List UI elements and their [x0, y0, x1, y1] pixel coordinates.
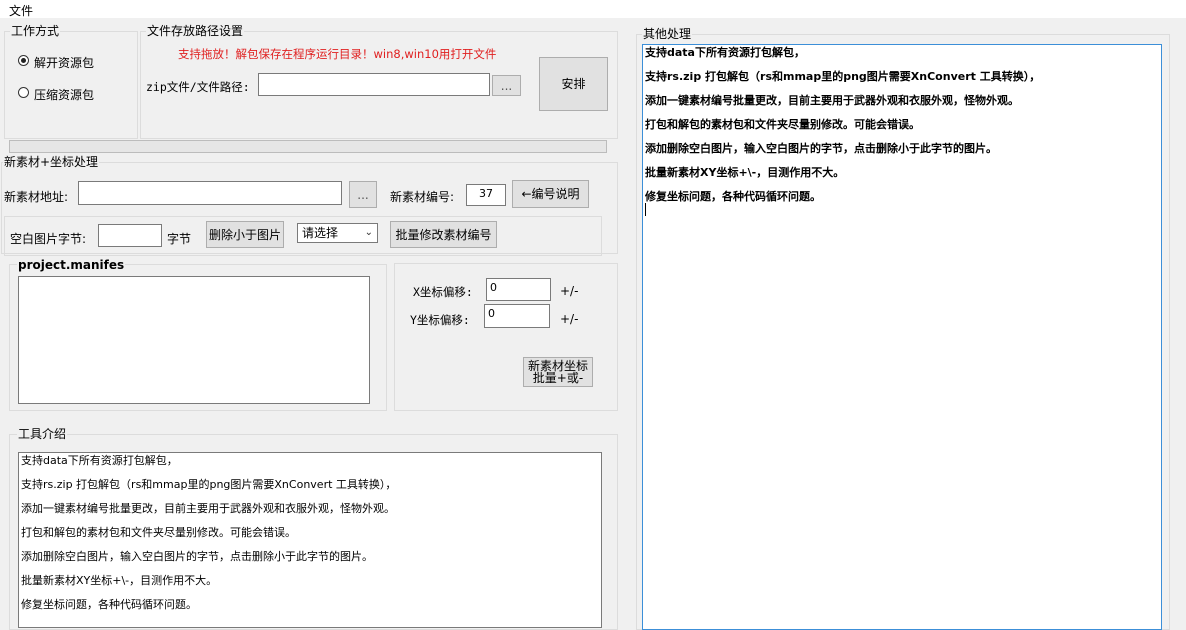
batch-number-button[interactable]: 批量修改素材编号 [390, 221, 497, 248]
y-offset-suffix: +/- [560, 312, 579, 326]
mode-group-title: 工作方式 [10, 24, 61, 38]
batch-offset-button-line2: 批量+或- [532, 371, 584, 385]
material-group-title: 新素材+坐标处理 [3, 155, 100, 169]
mode-group [4, 31, 138, 139]
menu-file[interactable]: 文件 [9, 2, 33, 19]
intro-line: 修复坐标问题，各种代码循环问题。 [21, 598, 197, 611]
zip-path-label: zip文件/文件路径: [146, 80, 250, 94]
intro-line: 支持data下所有资源打包解包， [21, 454, 178, 467]
number-help-button[interactable]: ←编号说明 [512, 180, 589, 208]
material-address-input[interactable] [78, 181, 342, 205]
other-line: 添加删除空白图片，输入空白图片的字节，点击删除小于此字节的图片。 [645, 142, 997, 155]
other-line: 修复坐标问题，各种代码循环问题。 [645, 190, 821, 203]
radio-pack-indicator[interactable] [18, 87, 29, 98]
radio-pack-label: 压缩资源包 [34, 88, 95, 102]
progress-bar [9, 140, 607, 153]
path-group-title: 文件存放路径设置 [146, 24, 245, 38]
material-browse-button[interactable]: ... [349, 181, 377, 208]
blank-bytes-label: 空白图片字节: [10, 232, 87, 246]
zip-browse-button[interactable]: ... [492, 75, 521, 96]
other-textarea[interactable]: 支持data下所有资源打包解包， 支持rs.zip 打包解包（rs和mmap里的… [642, 44, 1162, 630]
radio-unpack-indicator[interactable] [18, 55, 29, 66]
radio-unpack-label: 解开资源包 [34, 56, 95, 70]
text-caret [645, 203, 646, 216]
menu-bar: 文件 [0, 0, 1186, 18]
batch-offset-button[interactable]: 新素材坐标 批量+或- [523, 357, 593, 387]
zip-path-input[interactable] [258, 73, 490, 96]
blank-bytes-input[interactable] [98, 224, 162, 247]
other-line: 添加一键素材编号批量更改，目前主要用于武器外观和衣服外观，怪物外观。 [645, 94, 1019, 107]
intro-line: 打包和解包的素材包和文件夹尽量别修改。可能会错误。 [21, 526, 296, 539]
intro-line: 添加删除空白图片，输入空白图片的字节，点击删除小于此字节的图片。 [21, 550, 373, 563]
other-line: 打包和解包的素材包和文件夹尽量别修改。可能会错误。 [645, 118, 920, 131]
x-offset-input[interactable]: 0 [486, 278, 551, 301]
other-line: 支持data下所有资源打包解包， [645, 46, 805, 59]
x-offset-label: X坐标偏移: [413, 285, 473, 299]
x-offset-suffix: +/- [560, 284, 579, 298]
arrange-button[interactable]: 安排 [539, 57, 608, 111]
delete-small-images-button[interactable]: 删除小于图片 [206, 221, 284, 248]
material-number-input[interactable]: 37 [466, 184, 506, 206]
chevron-down-icon[interactable]: ⌄ [365, 224, 373, 242]
manifest-group-title: project.manifes [17, 258, 126, 272]
option-select-value: 请选择 [302, 226, 339, 240]
y-offset-input[interactable]: 0 [484, 304, 550, 328]
intro-textarea[interactable]: 支持data下所有资源打包解包， 支持rs.zip 打包解包（rs和mmap里的… [18, 452, 602, 628]
manifest-textarea[interactable] [18, 276, 370, 404]
intro-line: 添加一键素材编号批量更改，目前主要用于武器外观和衣服外观，怪物外观。 [21, 502, 395, 515]
intro-group-title: 工具介绍 [17, 427, 68, 441]
other-line: 批量新素材XY坐标+\-，目测作用不大。 [645, 166, 845, 179]
intro-line: 支持rs.zip 打包解包（rs和mmap里的png图片需要XnConvert … [21, 478, 397, 491]
drag-drop-notice: 支持拖放！解包保存在程序运行目录！win8,win10用打开文件 [178, 47, 497, 61]
other-group-title: 其他处理 [642, 27, 693, 41]
option-select[interactable]: 请选择 ⌄ [297, 223, 378, 243]
byte-unit-label: 字节 [167, 232, 192, 246]
other-line: 支持rs.zip 打包解包（rs和mmap里的png图片需要XnConvert … [645, 70, 1041, 83]
y-offset-label: Y坐标偏移: [410, 313, 470, 327]
intro-line: 批量新素材XY坐标+\-，目测作用不大。 [21, 574, 218, 587]
material-number-label: 新素材编号: [390, 190, 455, 204]
material-address-label: 新素材地址: [4, 190, 69, 204]
